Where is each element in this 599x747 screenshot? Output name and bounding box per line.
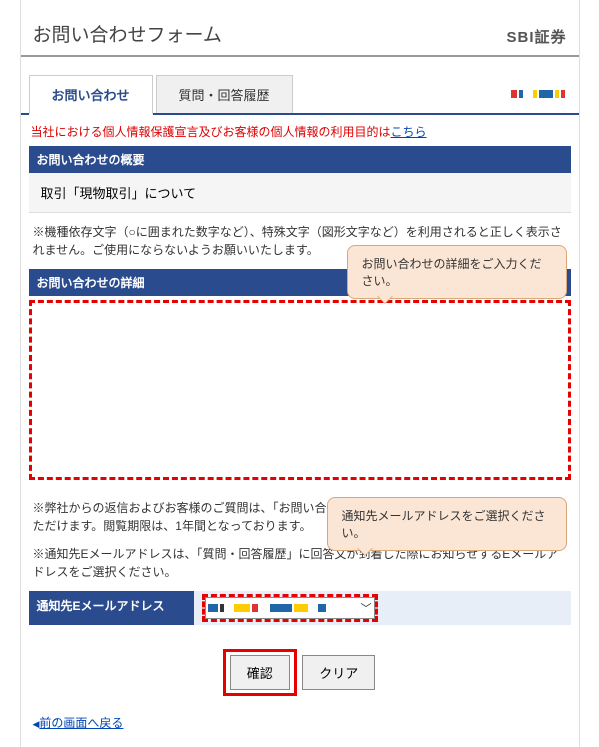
- brand-logo: SBI証券: [506, 26, 566, 47]
- clear-button[interactable]: クリア: [302, 655, 375, 690]
- privacy-notice: 当社における個人情報保護宣言及びお客様の個人情報の利用目的はこちら: [21, 115, 579, 146]
- email-selected-value: [208, 604, 326, 612]
- button-row: 確認 クリア: [21, 625, 579, 708]
- back-arrow-icon: ◀: [33, 719, 40, 729]
- page-title: お問い合わせフォーム: [33, 20, 222, 47]
- tab-right-graphic: [511, 85, 571, 103]
- email-select[interactable]: ﹀: [205, 597, 375, 619]
- chevron-down-icon: ﹀: [355, 600, 372, 616]
- inquiry-subject: 取引「現物取引」について: [29, 173, 571, 213]
- back-link[interactable]: 前の画面へ戻る: [39, 716, 123, 730]
- privacy-text: 当社における個人情報保護宣言及びお客様の個人情報の利用目的は: [31, 125, 391, 139]
- privacy-link[interactable]: こちら: [391, 125, 427, 139]
- callout-detail: お問い合わせの詳細をご入力ください。: [347, 245, 567, 299]
- confirm-button[interactable]: 確認: [230, 655, 290, 690]
- email-label: 通知先Eメールアドレス: [29, 591, 194, 625]
- header: お問い合わせフォーム SBI証券: [21, 10, 579, 57]
- callout-email: 通知先メールアドレスをご選択ください。: [327, 497, 567, 551]
- summary-header: お問い合わせの概要: [29, 146, 571, 173]
- email-row: 通知先Eメールアドレス ﹀: [29, 591, 571, 625]
- inquiry-detail-textarea[interactable]: [29, 300, 571, 480]
- back-link-row: ◀前の画面へ戻る: [21, 708, 579, 737]
- tabs: お問い合わせ 質問・回答履歴: [21, 75, 579, 115]
- tab-history[interactable]: 質問・回答履歴: [156, 75, 293, 113]
- tab-inquiry[interactable]: お問い合わせ: [29, 75, 153, 115]
- reply-note-2: ※通知先Eメールアドレスは、「質問・回答履歴」に回答文が到着した際にお知らせする…: [21, 545, 579, 591]
